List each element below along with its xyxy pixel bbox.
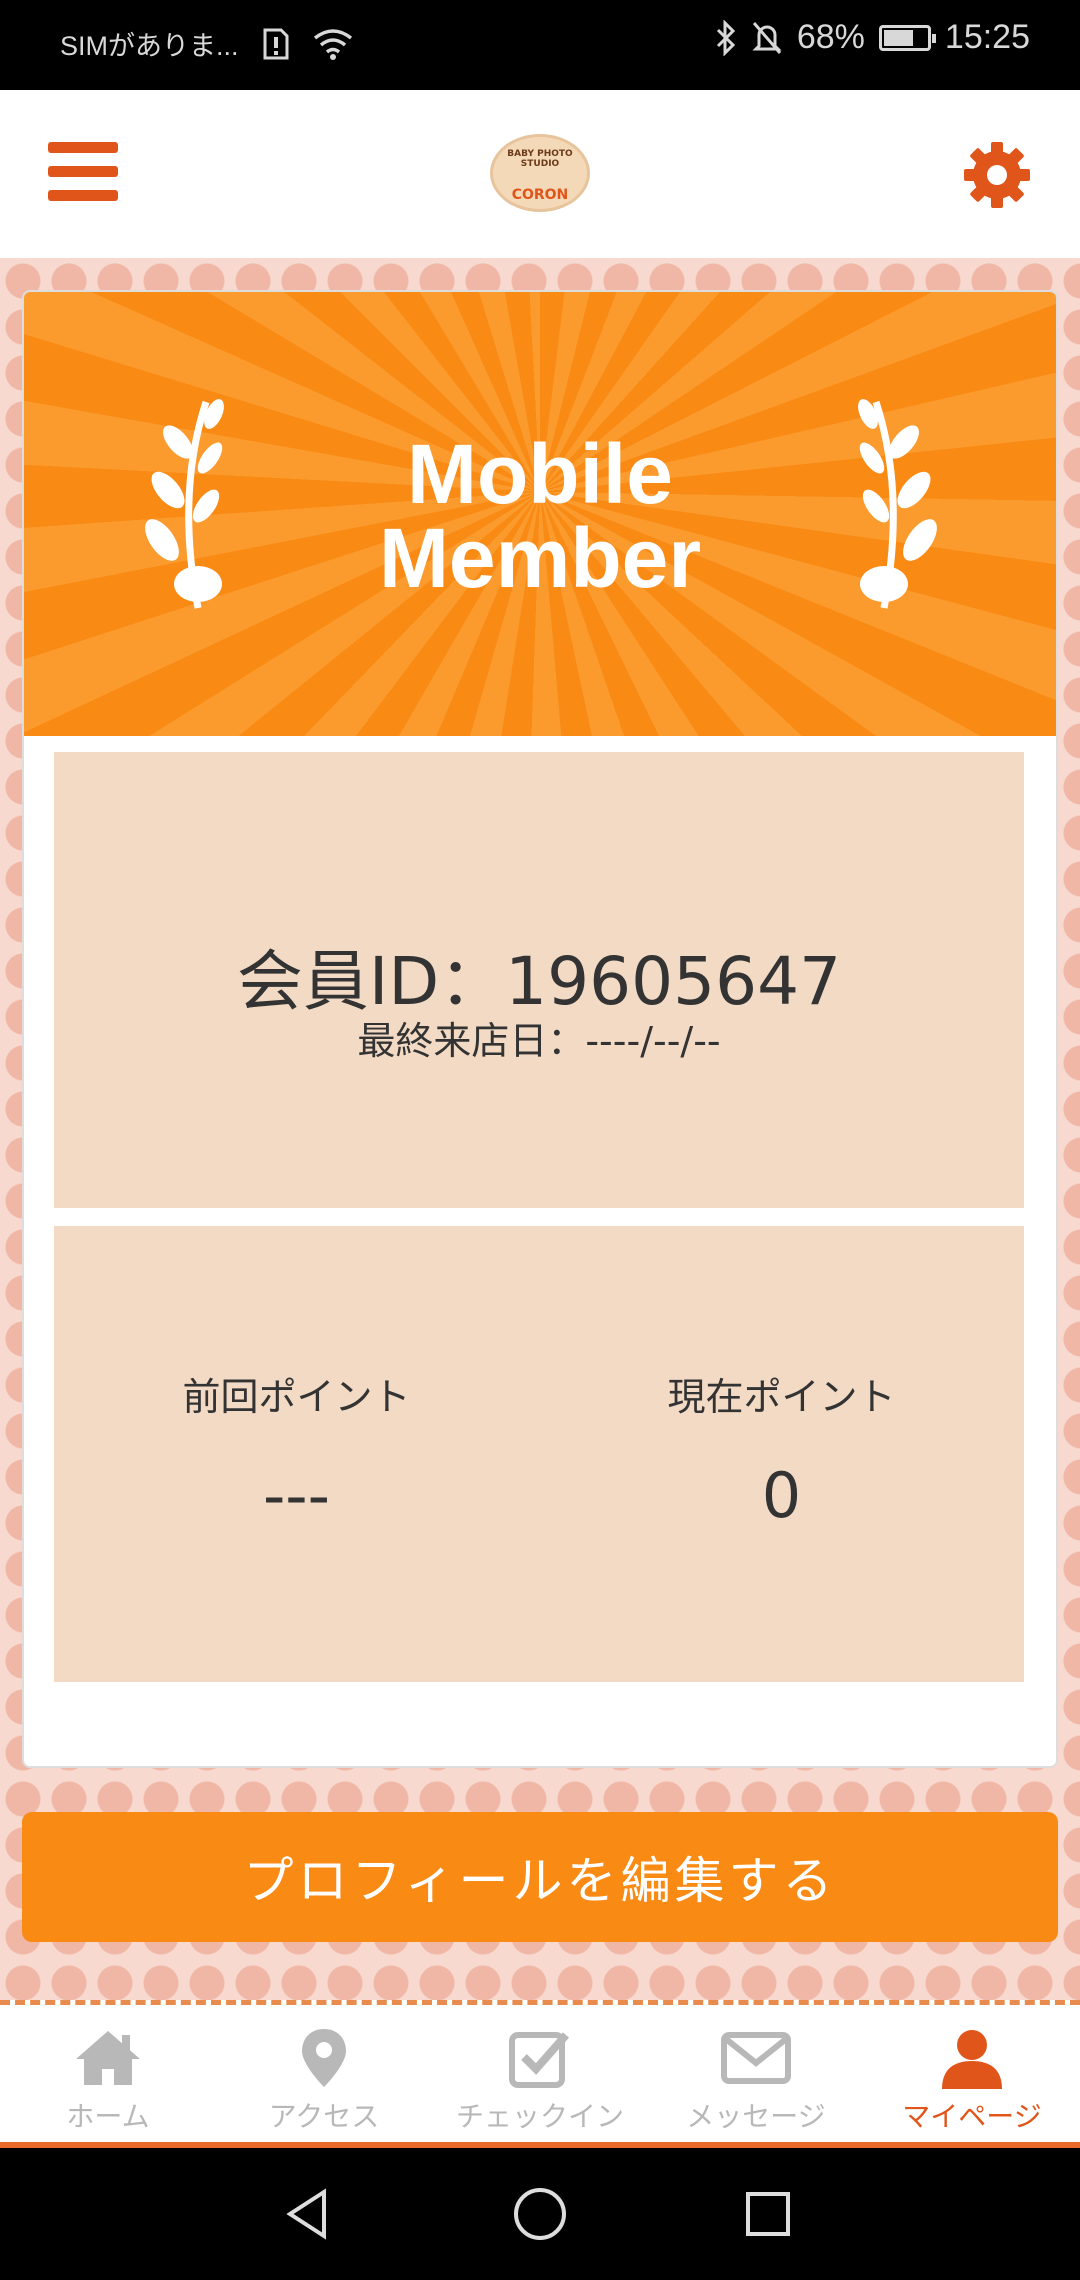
tab-mypage-label: マイページ [902, 2100, 1042, 2133]
checkbox-icon [509, 2032, 569, 2088]
recents-icon[interactable] [738, 2184, 798, 2244]
previous-points: 前回ポイント --- [54, 1366, 539, 1532]
carrier-label: SIMがありま... [60, 31, 239, 61]
map-pin-icon [302, 2029, 346, 2087]
member-banner: Mobile Member [24, 292, 1056, 736]
battery-icon [878, 24, 936, 51]
home-icon [76, 2031, 140, 2085]
points-panel: 前回ポイント --- 現在ポイント 0 [54, 1226, 1024, 1682]
hamburger-icon[interactable] [48, 142, 118, 202]
app-bar: BABY PHOTO STUDIO CORON [0, 90, 1080, 258]
previous-points-label: 前回ポイント [182, 1375, 411, 1419]
tab-access-label: アクセス [268, 2100, 380, 2133]
last-visit-date: 最終来店日：----/--/-- [357, 1019, 721, 1063]
tab-checkin-label: チェックイン [455, 2100, 624, 2133]
current-points: 現在ポイント 0 [539, 1366, 1024, 1532]
tab-checkin[interactable]: チェックイン [432, 2005, 648, 2142]
banner-line-2: Member [378, 511, 702, 605]
logo-name: CORON [511, 187, 569, 203]
member-id-panel: 会員ID：19605647 最終来店日：----/--/-- [54, 752, 1024, 1208]
tab-home-label: ホーム [66, 2100, 150, 2133]
store-logo: BABY PHOTO STUDIO CORON [490, 134, 590, 212]
banner-title: Mobile Member [24, 432, 1056, 600]
gear-icon[interactable] [962, 140, 1032, 210]
tab-home[interactable]: ホーム [0, 2005, 216, 2142]
system-nav-bar [0, 2148, 1080, 2280]
content-area: Mobile Member 会員ID：19605647 最終来店日：----/-… [0, 258, 1080, 2000]
edit-profile-button[interactable]: プロフィールを編集する [22, 1812, 1058, 1942]
logo-subtitle: BABY PHOTO STUDIO [507, 149, 573, 169]
bell-muted-icon [752, 21, 782, 54]
sim-alert-icon [263, 28, 289, 59]
status-bar: SIMがありま... 68% 15:25 [0, 0, 1080, 90]
tab-mypage[interactable]: マイページ [864, 2005, 1080, 2142]
person-icon [942, 2030, 1002, 2089]
current-points-value: 0 [761, 1459, 802, 1532]
previous-points-value: --- [262, 1459, 331, 1532]
wifi-icon [313, 28, 352, 60]
bottom-tab-bar: ホーム アクセス チェックイン メッセージ マイページ [0, 2000, 1080, 2148]
mail-icon [721, 2032, 791, 2084]
tab-access[interactable]: アクセス [216, 2005, 432, 2142]
bluetooth-icon [716, 19, 735, 56]
home-button-icon[interactable] [510, 2184, 570, 2244]
battery-fill [883, 29, 913, 46]
battery-percent: 68% [796, 18, 865, 56]
member-card: Mobile Member 会員ID：19605647 最終来店日：----/-… [22, 290, 1058, 1768]
banner-line-1: Mobile [407, 427, 673, 521]
back-icon[interactable] [278, 2184, 338, 2244]
current-points-label: 現在ポイント [667, 1375, 896, 1419]
clock: 15:25 [944, 18, 1030, 56]
tab-message-label: メッセージ [686, 2100, 826, 2133]
tab-message[interactable]: メッセージ [648, 2005, 864, 2142]
